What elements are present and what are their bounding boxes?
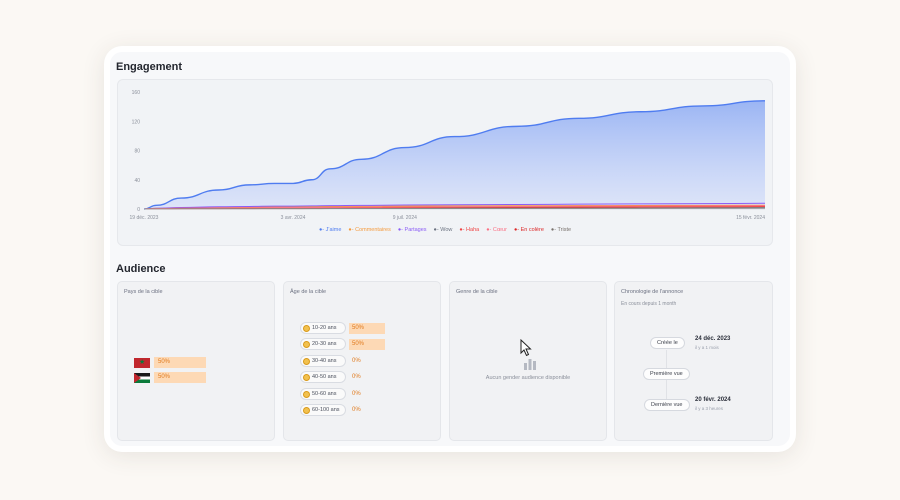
legend-item[interactable]: ●- Triste bbox=[551, 227, 571, 233]
age-coin-icon bbox=[303, 373, 310, 381]
palestine-flag-icon bbox=[134, 372, 150, 383]
age-coin-icon bbox=[303, 390, 310, 398]
timeline-card: Chronologie de l'annonce En cours depuis… bbox=[614, 281, 773, 441]
x-tick-label: 9 juil. 2024 bbox=[393, 215, 417, 221]
gender-card-title: Genre de la cible bbox=[456, 289, 498, 295]
age-coin-icon bbox=[303, 406, 310, 414]
age-range-pill[interactable]: 20-30 ans bbox=[300, 338, 346, 350]
age-row: 50-60 ans 0% bbox=[300, 388, 361, 400]
series-area-0 bbox=[144, 100, 765, 209]
gender-empty-state: Aucun gender audience disponible bbox=[485, 375, 571, 381]
legend-item[interactable]: ●- J'aime bbox=[319, 227, 341, 233]
created-ago: il y a 1 mois bbox=[695, 345, 719, 350]
legend-item[interactable]: ●- Partages bbox=[398, 227, 427, 233]
y-tick-label: 80 bbox=[134, 149, 140, 155]
chart-legend: ●- J'aime ●- Commentaires ●- Partages ●- Wo… bbox=[118, 227, 772, 233]
age-range-label: 50-60 ans bbox=[312, 391, 337, 397]
last-seen-button[interactable]: Dernière vue bbox=[644, 399, 690, 411]
age-percent: 50% bbox=[349, 338, 385, 350]
ages-card-title: Âge de la cible bbox=[290, 289, 327, 295]
legend-item[interactable]: ●- En colère bbox=[514, 227, 544, 233]
audience-title: Audience bbox=[116, 263, 166, 275]
age-range-pill[interactable]: 30-40 ans bbox=[300, 355, 346, 367]
legend-marker-icon: ●- bbox=[486, 227, 493, 233]
age-range-label: 20-30 ans bbox=[312, 341, 337, 347]
legend-label: Cœur bbox=[492, 227, 507, 233]
age-range-label: 60-100 ans bbox=[312, 407, 340, 413]
age-percent: 0% bbox=[352, 390, 361, 397]
country-row: ★ 50% bbox=[134, 357, 206, 368]
legend-label: Partages bbox=[404, 227, 427, 233]
legend-marker-icon: ●- bbox=[397, 227, 405, 233]
engagement-chart-card: 0 40 80 120 160 19 déc. 2023 3 avr. 2024 9 juil… bbox=[117, 79, 773, 246]
legend-item[interactable]: ●- Commentaires bbox=[348, 227, 390, 233]
country-percent: 50% bbox=[154, 357, 206, 368]
legend-item[interactable]: ●- Cœur bbox=[486, 227, 507, 233]
age-range-pill[interactable]: 10-20 ans bbox=[300, 322, 346, 334]
countries-card: Pays de la cible ★ 50% 50% bbox=[117, 281, 275, 441]
timeline-card-title: Chronologie de l'annonce bbox=[621, 289, 684, 295]
y-tick-label: 40 bbox=[134, 178, 140, 184]
y-tick-label: 120 bbox=[132, 119, 141, 125]
age-range-pill[interactable]: 50-60 ans bbox=[300, 388, 346, 400]
age-percent: 50% bbox=[349, 322, 385, 334]
age-range-label: 10-20 ans bbox=[312, 325, 337, 331]
legend-label: J'aime bbox=[325, 227, 342, 233]
y-tick-label: 0 bbox=[137, 207, 140, 213]
x-tick-label: 3 avr. 2024 bbox=[281, 215, 306, 221]
age-percent: 0% bbox=[352, 357, 361, 364]
engagement-title: Engagement bbox=[116, 61, 183, 73]
country-percent: 50% bbox=[154, 372, 206, 383]
legend-label: Wow bbox=[440, 227, 453, 233]
legend-item[interactable]: ●- Wow bbox=[434, 227, 453, 233]
last-seen-ago: il y a 3 heures bbox=[695, 406, 724, 411]
legend-marker-icon: ●- bbox=[318, 227, 326, 233]
mouse-cursor-icon bbox=[520, 338, 532, 362]
x-tick-label: 19 déc. 2023 bbox=[130, 215, 159, 221]
legend-item[interactable]: ●- Haha bbox=[459, 227, 479, 233]
legend-label: Haha bbox=[466, 227, 480, 233]
age-range-label: 40-50 ans bbox=[312, 374, 337, 380]
created-date-button[interactable]: Créée le bbox=[650, 337, 685, 349]
age-row: 60-100 ans 0% bbox=[300, 404, 361, 416]
legend-label: Triste bbox=[557, 227, 572, 233]
age-range-label: 30-40 ans bbox=[312, 358, 337, 364]
countries-card-title: Pays de la cible bbox=[124, 289, 163, 295]
age-row: 30-40 ans 0% bbox=[300, 355, 361, 367]
country-row: 50% bbox=[134, 372, 206, 383]
x-tick-label: 15 févr. 2024 bbox=[736, 215, 765, 221]
age-percent: 0% bbox=[352, 406, 361, 413]
y-tick-label: 160 bbox=[132, 90, 141, 96]
ages-card: Âge de la cible 10-20 ans 50% 20-30 ans 50%… bbox=[283, 281, 441, 441]
age-coin-icon bbox=[303, 357, 310, 365]
engagement-chart: 0 40 80 120 160 19 déc. 2023 3 avr. 2024 9 juil… bbox=[130, 90, 766, 221]
app-window: Engagement 0 40 80 120 160 19 déc. 2023 3 avr.… bbox=[104, 46, 796, 452]
timeline-subtitle: En cours depuis 1 month bbox=[621, 301, 677, 307]
age-percent: 0% bbox=[352, 373, 361, 380]
legend-label: En colère bbox=[520, 227, 544, 233]
age-row: 20-30 ans 50% bbox=[300, 338, 385, 350]
morocco-flag-icon: ★ bbox=[134, 357, 150, 368]
page-content: Engagement 0 40 80 120 160 19 déc. 2023 3 avr.… bbox=[110, 52, 790, 446]
age-row: 10-20 ans 50% bbox=[300, 322, 385, 334]
legend-marker-icon: ●- bbox=[513, 227, 521, 233]
last-seen-date: 20 févr. 2024 bbox=[695, 397, 731, 403]
age-row: 40-50 ans 0% bbox=[300, 371, 361, 383]
age-coin-icon bbox=[303, 324, 310, 332]
created-date: 24 déc. 2023 bbox=[695, 336, 731, 342]
age-range-pill[interactable]: 60-100 ans bbox=[300, 404, 346, 416]
legend-label: Commentaires bbox=[355, 227, 391, 233]
age-range-pill[interactable]: 40-50 ans bbox=[300, 371, 346, 383]
age-coin-icon bbox=[303, 340, 310, 348]
first-seen-button[interactable]: Première vue bbox=[643, 368, 690, 380]
